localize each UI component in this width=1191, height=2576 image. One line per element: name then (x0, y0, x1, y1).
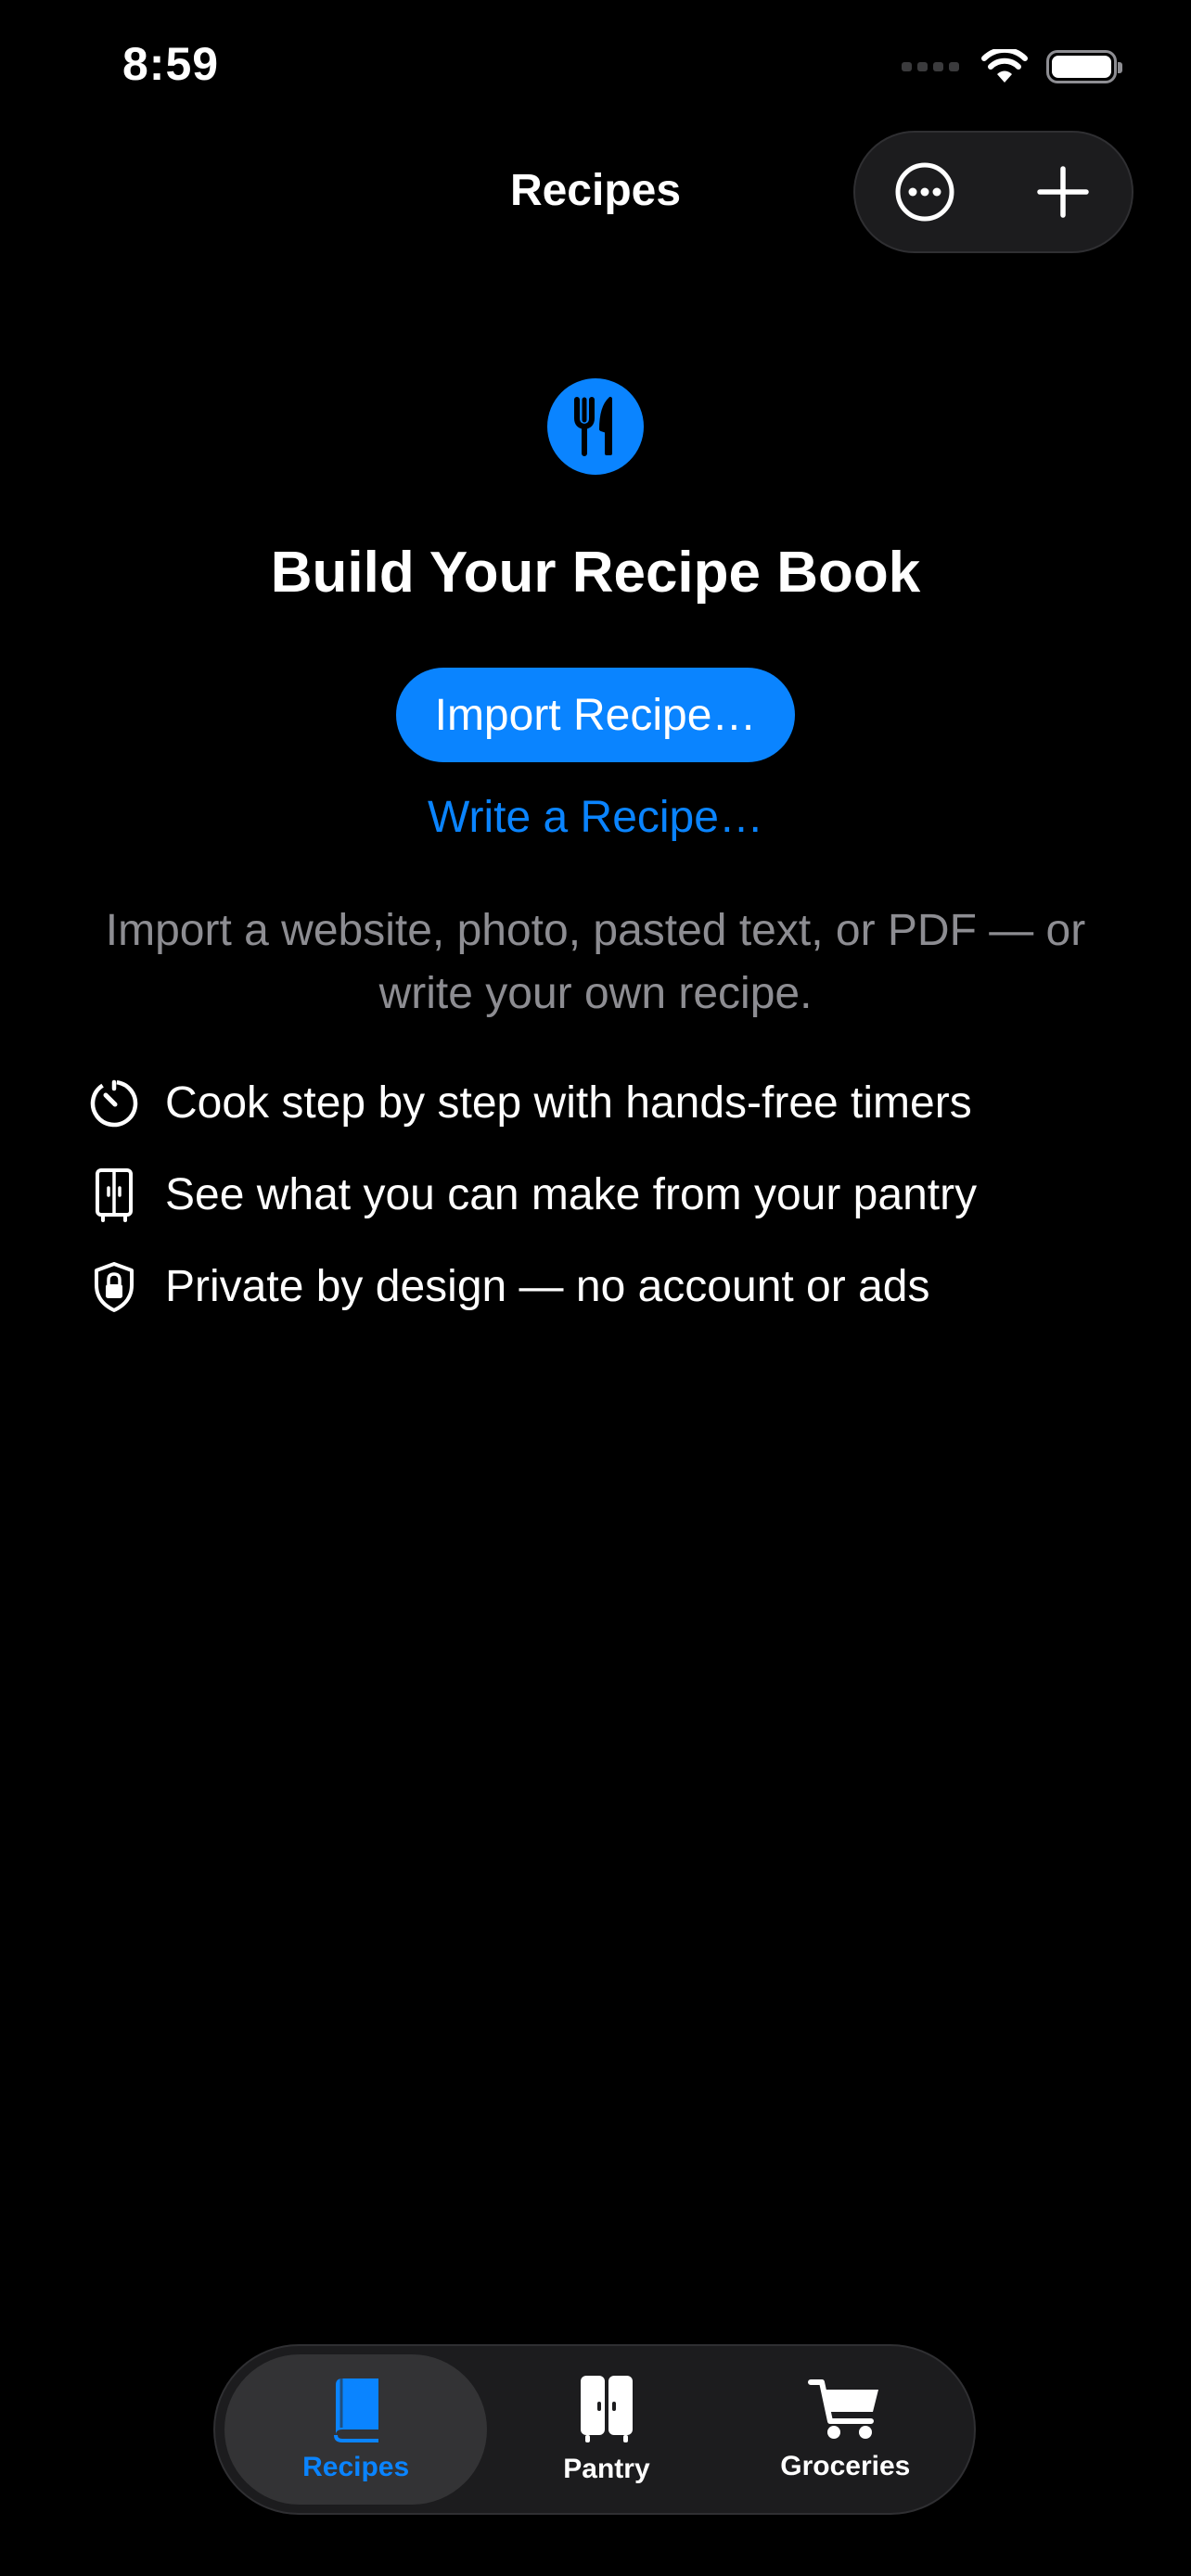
plus-icon (1036, 166, 1089, 218)
tab-pantry[interactable]: Pantry (487, 2354, 725, 2505)
feature-item: Private by design — no account or ads (89, 1241, 1128, 1333)
lock-shield-icon (89, 1259, 139, 1315)
write-recipe-link[interactable]: Write a Recipe… (0, 792, 1191, 843)
tab-groceries[interactable]: Groceries (726, 2354, 965, 2505)
cart-icon (808, 2379, 879, 2439)
feature-item: Cook step by step with hands-free timers (89, 1057, 1128, 1149)
feature-item: See what you can make from your pantry (89, 1149, 1128, 1241)
timer-icon (89, 1076, 139, 1131)
fork-knife-icon (547, 378, 644, 475)
status-time: 8:59 (122, 38, 220, 90)
wifi-icon (981, 49, 1028, 83)
nav-action-group (853, 131, 1133, 253)
tab-recipes[interactable]: Recipes (224, 2354, 488, 2505)
tab-bar: Recipes Pantry Groceries (213, 2344, 976, 2515)
empty-state-description: Import a website, photo, pasted text, or… (105, 906, 1086, 1018)
cellular-signal-icon (902, 62, 959, 71)
tab-label: Recipes (302, 2452, 410, 2482)
tab-label: Pantry (563, 2454, 650, 2484)
add-recipe-button[interactable] (993, 133, 1132, 251)
feature-list: Cook step by step with hands-free timers… (89, 1057, 1128, 1333)
battery-icon (1046, 50, 1122, 83)
feature-text: Private by design — no account or ads (165, 1262, 930, 1311)
book-icon (333, 2378, 378, 2442)
import-recipe-button[interactable]: Import Recipe… (396, 668, 795, 762)
empty-state-title: Build Your Recipe Book (270, 541, 921, 605)
feature-text: See what you can make from your pantry (165, 1170, 978, 1219)
status-indicators (902, 41, 1122, 93)
tab-label: Groceries (780, 2451, 911, 2481)
more-options-button[interactable] (855, 133, 993, 251)
refrigerator-icon (89, 1167, 139, 1223)
ellipsis-circle-icon (895, 162, 954, 222)
feature-text: Cook step by step with hands-free timers (165, 1078, 972, 1128)
refrigerator-icon (580, 2376, 633, 2442)
